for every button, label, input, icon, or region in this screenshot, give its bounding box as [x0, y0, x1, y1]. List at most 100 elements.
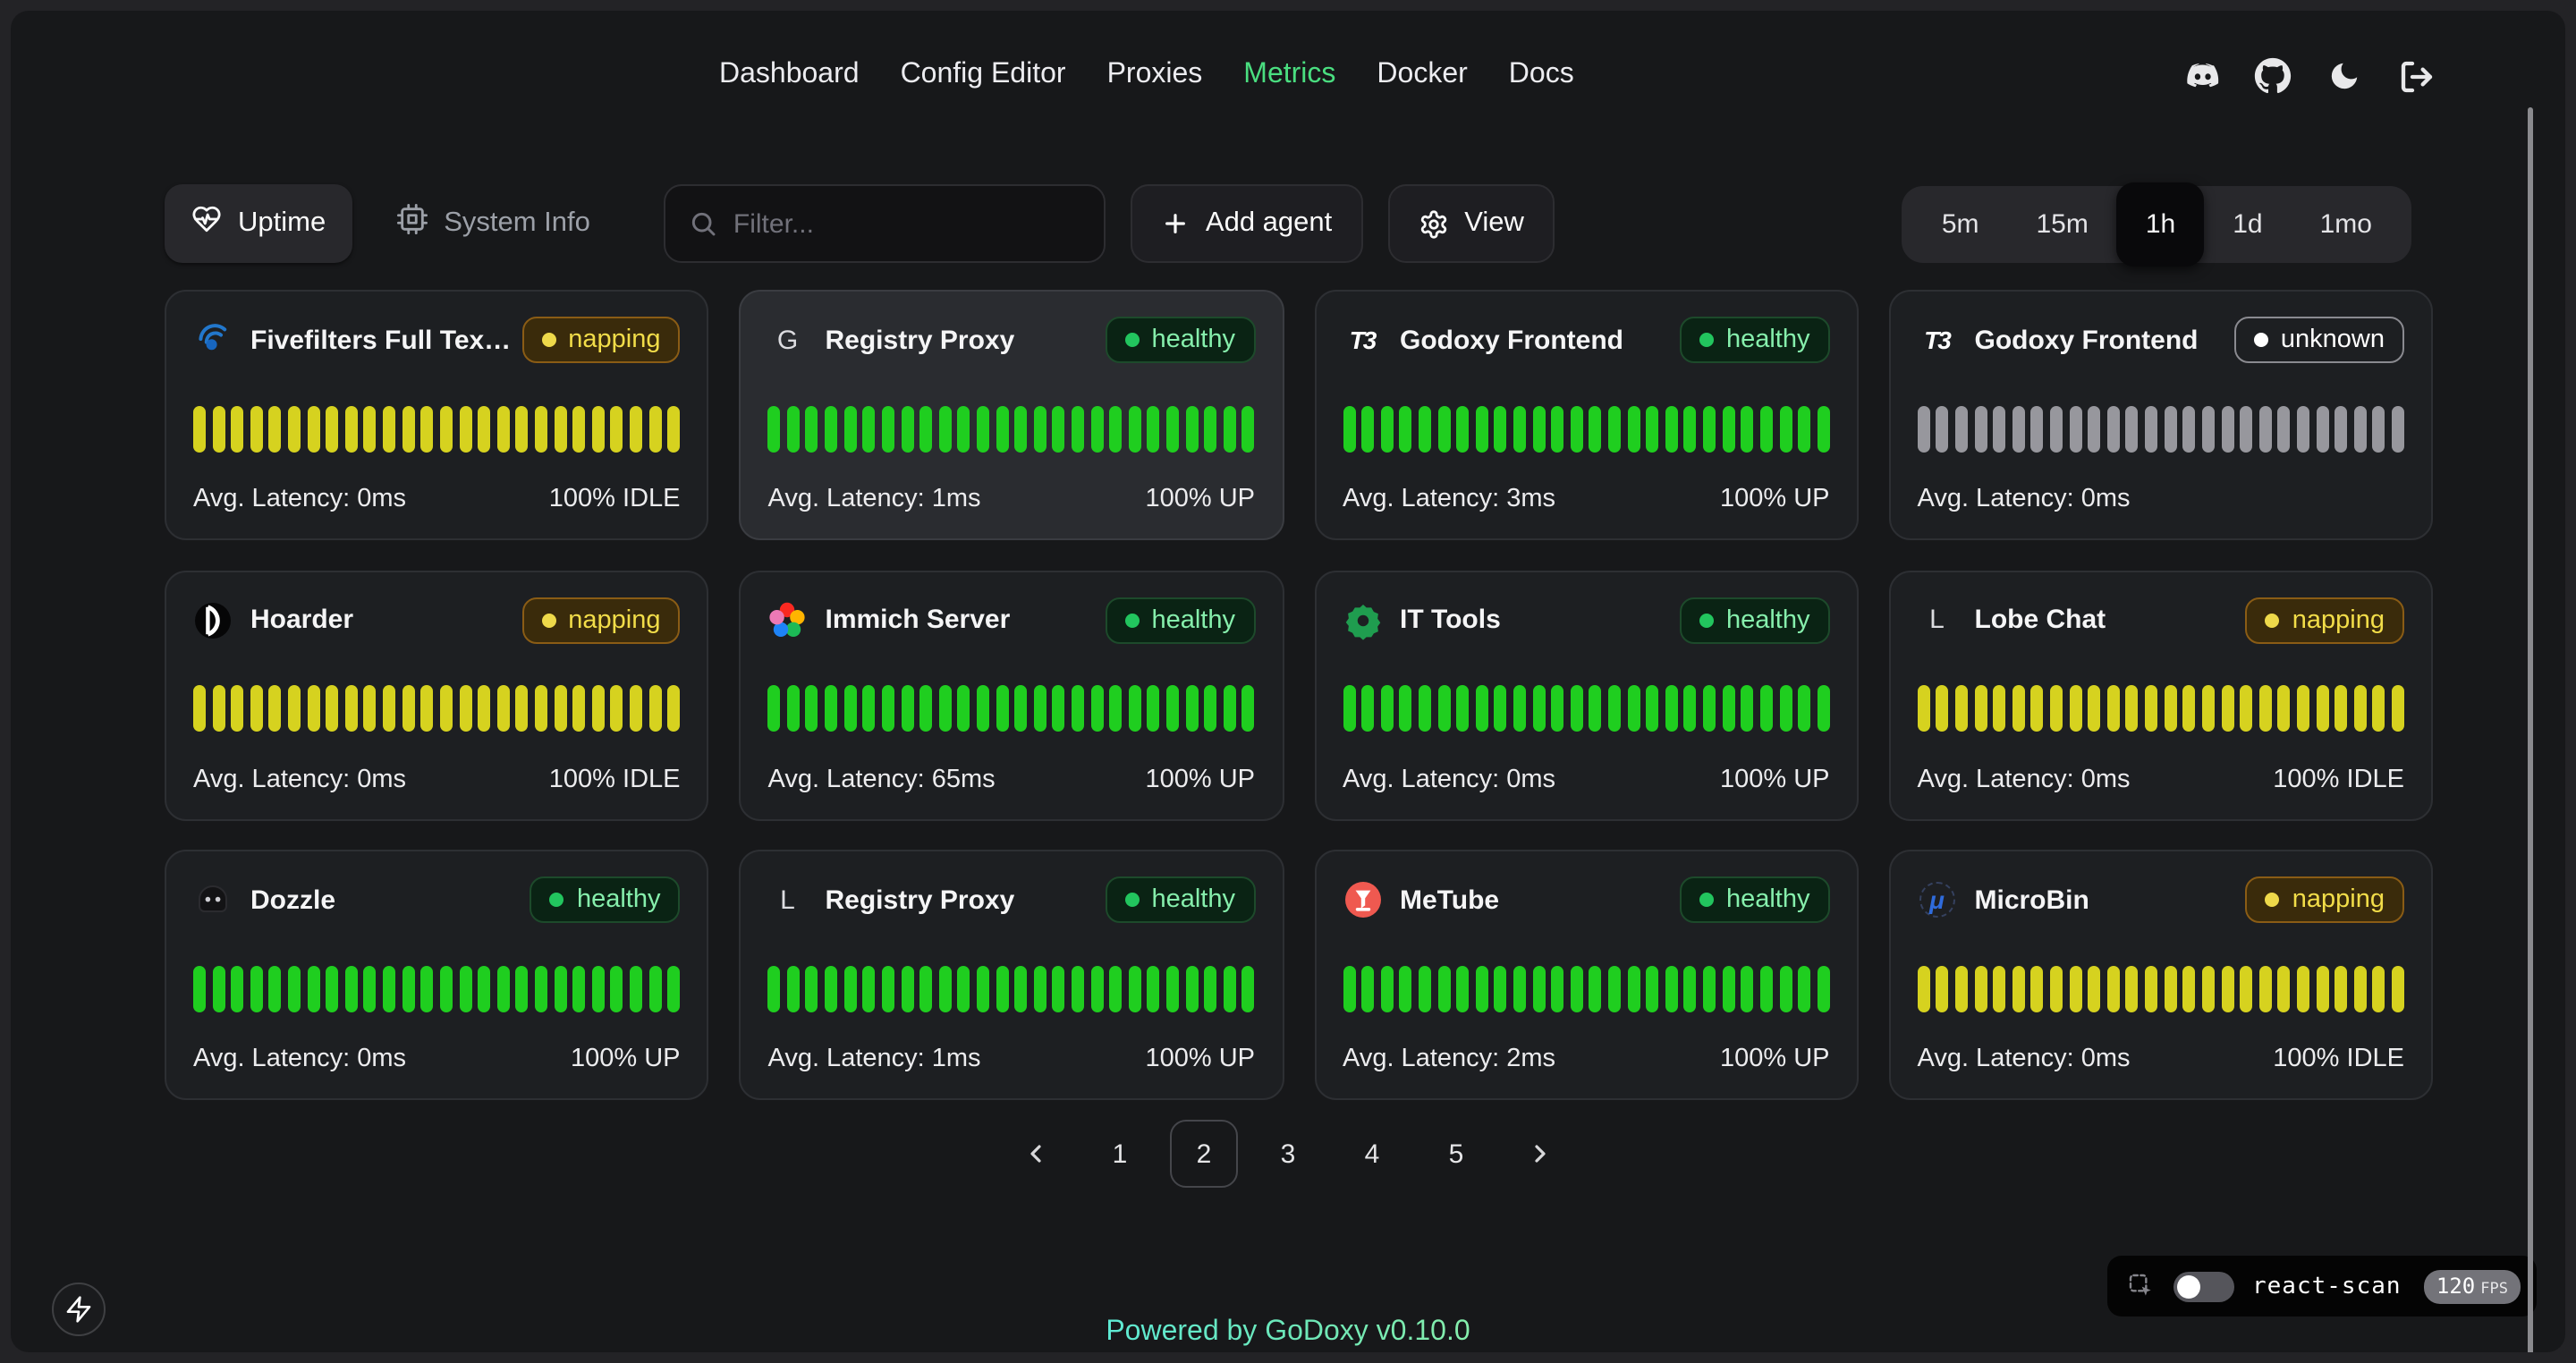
card-footer: Avg. Latency: 1ms 100% UP: [768, 1045, 1256, 1073]
view-button[interactable]: View: [1387, 184, 1555, 263]
time-range-15m[interactable]: 15m: [2008, 185, 2117, 262]
discord-icon[interactable]: [2182, 57, 2220, 95]
uptime-bar: [1513, 685, 1526, 732]
uptime-bar: [863, 405, 876, 452]
uptime-bar: [2012, 685, 2025, 732]
card-header: G Registry Proxy healthy: [768, 315, 1256, 365]
nav-config-editor[interactable]: Config Editor: [901, 59, 1066, 91]
nav-action-icons: [2182, 57, 2435, 95]
status-label: unknown: [2281, 326, 2385, 354]
time-range-1d[interactable]: 1d: [2204, 185, 2291, 262]
page-button-1[interactable]: 1: [1086, 1120, 1154, 1188]
uptime-bar: [592, 405, 605, 452]
uptime-bar: [2107, 965, 2120, 1012]
filter-input[interactable]: [733, 208, 1089, 239]
time-range-selector: 5m 15m 1h 1d 1mo: [1902, 185, 2411, 262]
react-scan-widget: react-scan 120 FPS: [2107, 1256, 2537, 1316]
uptime-card[interactable]: μ MicroBin napping Avg. Latency: 0ms 100…: [1889, 850, 2434, 1100]
uptime-bar: [2392, 685, 2404, 732]
uptime-card[interactable]: Hoarder napping Avg. Latency: 0ms 100% I…: [165, 570, 709, 820]
uptime-card[interactable]: L Lobe Chat napping Avg. Latency: 0ms 10…: [1889, 570, 2434, 820]
page-button-4[interactable]: 4: [1338, 1120, 1406, 1188]
page-button-3[interactable]: 3: [1254, 1120, 1322, 1188]
uptime-text: 100% UP: [1145, 485, 1255, 513]
uptime-bar: [1532, 405, 1545, 452]
uptime-bar: [592, 685, 605, 732]
logout-icon[interactable]: [2397, 57, 2435, 95]
uptime-bar: [1703, 685, 1716, 732]
uptime-bar: [1166, 685, 1179, 732]
uptime-bar: [440, 965, 453, 1012]
uptime-card[interactable]: T3 Godoxy Frontend unknown Avg. Latency:…: [1889, 290, 2434, 540]
uptime-bar: [648, 685, 661, 732]
lightning-fab[interactable]: [52, 1283, 106, 1336]
tab-uptime-label: Uptime: [238, 207, 326, 240]
nav-docker[interactable]: Docker: [1377, 59, 1467, 91]
uptime-bar: [843, 405, 856, 452]
uptime-bar: [1955, 965, 1968, 1012]
uptime-bar: [1495, 405, 1507, 452]
uptime-bar: [1798, 965, 1810, 1012]
uptime-card[interactable]: IT Tools healthy Avg. Latency: 0ms 100% …: [1314, 570, 1859, 820]
uptime-card[interactable]: T3 Godoxy Frontend healthy Avg. Latency:…: [1314, 290, 1859, 540]
uptime-card[interactable]: Immich Server healthy Avg. Latency: 65ms…: [740, 570, 1284, 820]
uptime-bar: [1608, 405, 1621, 452]
next-page-button[interactable]: [1506, 1120, 1574, 1188]
moon-icon[interactable]: [2326, 57, 2363, 95]
uptime-bar: [1224, 965, 1236, 1012]
nav-proxies[interactable]: Proxies: [1107, 59, 1203, 91]
uptime-bar: [1817, 965, 1829, 1012]
uptime-bar: [825, 405, 837, 452]
add-agent-button[interactable]: Add agent: [1131, 184, 1362, 263]
page-button-2[interactable]: 2: [1170, 1120, 1238, 1188]
card-header: Immich Server healthy: [768, 595, 1256, 645]
status-label: healthy: [577, 885, 661, 914]
uptime-bar: [1684, 405, 1697, 452]
uptime-bars: [1918, 685, 2405, 732]
page-button-5[interactable]: 5: [1422, 1120, 1490, 1188]
status-badge: unknown: [2234, 317, 2404, 363]
react-scan-toggle[interactable]: [2174, 1271, 2234, 1301]
uptime-card[interactable]: Fivefilters Full Tex… napping Avg. Laten…: [165, 290, 709, 540]
uptime-bars: [1343, 965, 1830, 1012]
status-label: healthy: [1726, 885, 1810, 914]
uptime-bar: [554, 405, 566, 452]
card-footer: Avg. Latency: 3ms 100% UP: [1343, 485, 1830, 513]
uptime-bar: [1053, 685, 1065, 732]
uptime-bar: [1380, 405, 1393, 452]
uptime-bar: [2088, 685, 2100, 732]
status-dot: [1699, 333, 1714, 347]
service-name: Registry Proxy: [826, 885, 1015, 915]
uptime-bar: [630, 685, 642, 732]
uptime-bar: [1571, 685, 1583, 732]
card-header: T3 Godoxy Frontend unknown: [1918, 315, 2405, 365]
nav-docs[interactable]: Docs: [1509, 59, 1574, 91]
uptime-bar: [2334, 405, 2347, 452]
prev-page-button[interactable]: [1002, 1120, 1070, 1188]
uptime-bar: [1090, 685, 1103, 732]
inspect-icon[interactable]: [2127, 1272, 2156, 1300]
scrollbar-thumb[interactable]: [2528, 107, 2533, 1352]
uptime-bar: [345, 685, 358, 732]
service-name: Hoarder: [250, 605, 353, 635]
uptime-card[interactable]: G Registry Proxy healthy Avg. Latency: 1…: [740, 290, 1284, 540]
uptime-card[interactable]: MeTube healthy Avg. Latency: 2ms 100% UP: [1314, 850, 1859, 1100]
status-dot: [2266, 893, 2280, 907]
uptime-bar: [2221, 685, 2233, 732]
toggle-knob: [2177, 1274, 2200, 1298]
time-range-1mo[interactable]: 1mo: [2292, 185, 2401, 262]
nav-metrics[interactable]: Metrics: [1243, 59, 1335, 91]
time-range-1h[interactable]: 1h: [2117, 182, 2204, 266]
github-icon[interactable]: [2254, 57, 2292, 95]
footer-text[interactable]: Powered by GoDoxy v0.10.0: [1106, 1316, 1470, 1347]
nav-dashboard[interactable]: Dashboard: [719, 59, 860, 91]
fps-badge: 120 FPS: [2424, 1269, 2521, 1303]
chevron-right-icon: [1526, 1139, 1555, 1168]
uptime-card[interactable]: Dozzle healthy Avg. Latency: 0ms 100% UP: [165, 850, 709, 1100]
tab-uptime[interactable]: Uptime: [165, 184, 352, 263]
uptime-card[interactable]: L Registry Proxy healthy Avg. Latency: 1…: [740, 850, 1284, 1100]
service-name: IT Tools: [1400, 605, 1501, 635]
tab-system-info[interactable]: System Info: [370, 184, 617, 263]
uptime-bar: [787, 405, 800, 452]
time-range-5m[interactable]: 5m: [1913, 185, 2008, 262]
